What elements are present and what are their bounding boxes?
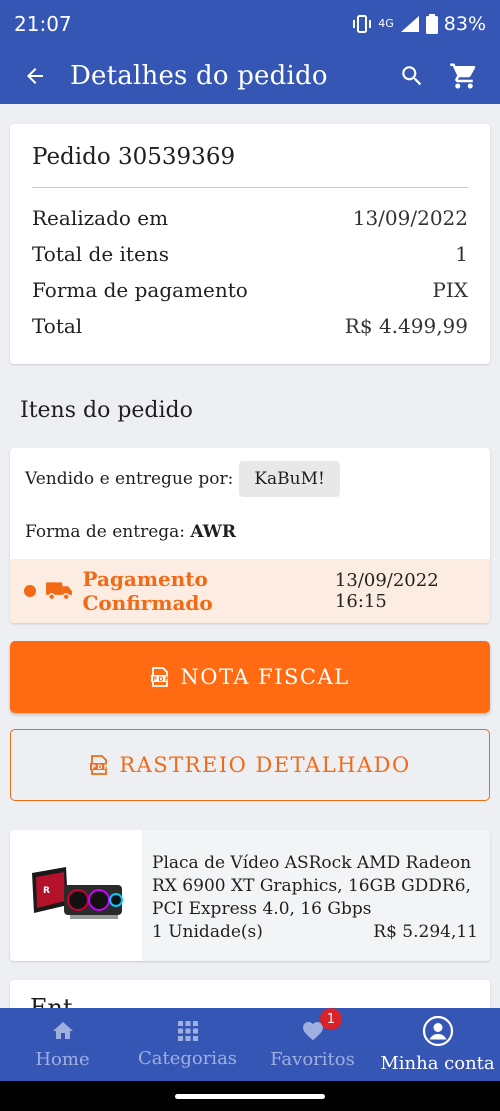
cart-icon (450, 63, 476, 89)
nav-label: Categorias (137, 1048, 238, 1069)
categories-icon (177, 1021, 198, 1041)
order-items-card: Vendido e entregue por: KaBuM! Forma de … (10, 448, 490, 623)
nav-favorites[interactable]: 1 Favoritos (250, 1008, 375, 1081)
arrow-left-icon (27, 68, 43, 84)
vibrate-icon (353, 15, 372, 33)
nav-account[interactable]: Minha conta (375, 1008, 500, 1081)
product-footer: 1 Unidade(s) R$ 5.294,11 (152, 921, 478, 944)
svg-text:PDF: PDF (92, 764, 110, 771)
status-dot (24, 585, 36, 597)
pdf-file-icon: PDF (90, 755, 110, 775)
search-icon (402, 66, 422, 86)
row-value: PIX (432, 278, 468, 302)
product-quantity: 1 Unidade(s) (152, 922, 263, 942)
row-label: Total de itens (32, 242, 169, 266)
pdf-file-icon: PDF (151, 667, 171, 687)
signal-icon (400, 16, 419, 32)
status-time: 21:07 (14, 12, 72, 36)
system-navigation-bar (0, 1081, 500, 1111)
status-bar: 21:07 4G 83% (0, 0, 500, 48)
seller-label: Vendido e entregue por: (25, 469, 234, 489)
svg-text:R: R (43, 886, 50, 896)
home-icon (52, 1022, 73, 1039)
cart-button[interactable] (438, 48, 490, 104)
product-image: R (10, 830, 142, 961)
nota-fiscal-button[interactable]: PDF NOTA FISCAL (10, 641, 490, 713)
home-gesture-pill[interactable] (175, 1093, 325, 1099)
svg-text:PDF: PDF (153, 676, 171, 683)
app-bar: Detalhes do pedido (0, 48, 500, 104)
product-price: R$ 5.294,11 (373, 922, 478, 942)
search-button[interactable] (386, 48, 438, 104)
rastreio-label: RASTREIO DETALHADO (119, 753, 411, 777)
bottom-navigation: Home Categorias 1 Favoritos Minha conta (0, 1008, 500, 1081)
nav-categories[interactable]: Categorias (125, 1008, 250, 1081)
battery-icon (425, 14, 438, 34)
truck-icon (45, 582, 72, 601)
order-row-date: Realizado em 13/09/2022 (32, 200, 468, 236)
battery-level: 83% (443, 13, 486, 35)
product-info: Placa de Vídeo ASRock AMD Radeon RX 6900… (142, 830, 490, 961)
status-text: Pagamento Confirmado (82, 567, 213, 615)
nav-label: Minha conta (380, 1053, 495, 1074)
row-label: Forma de pagamento (32, 278, 248, 302)
seller-row: Vendido e entregue por: KaBuM! (10, 448, 490, 510)
network-type: 4G (378, 17, 394, 30)
order-row-total: Total R$ 4.499,99 (32, 308, 468, 344)
divider (32, 187, 468, 188)
status-icons: 4G 83% (352, 13, 486, 35)
payment-status-row: Pagamento Confirmado 13/09/2022 16:15 (10, 559, 490, 623)
items-section-title: Itens do pedido (20, 398, 193, 423)
row-label: Total (32, 314, 83, 338)
graphics-card-image: R (32, 866, 123, 919)
product-name: Placa de Vídeo ASRock AMD Radeon RX 6900… (152, 853, 472, 919)
nav-home[interactable]: Home (0, 1008, 125, 1081)
nav-label: Favoritos (270, 1049, 355, 1070)
favorites-badge: 1 (320, 1008, 342, 1030)
seller-chip[interactable]: KaBuM! (239, 461, 340, 497)
rastreio-button[interactable]: PDF RASTREIO DETALHADO (10, 729, 490, 801)
product-card[interactable]: R Placa de Vídeo ASRock AMD Radeon RX 69… (10, 830, 490, 961)
order-row-items: Total de itens 1 (32, 236, 468, 272)
order-row-payment: Forma de pagamento PIX (32, 272, 468, 308)
delivery-value: AWR (190, 522, 236, 542)
nav-label: Home (35, 1049, 90, 1070)
back-button[interactable] (0, 48, 70, 104)
row-label: Realizado em (32, 206, 169, 230)
delivery-row: Forma de entrega: AWR (10, 510, 490, 558)
status-date: 13/09/2022 16:15 (334, 570, 439, 612)
row-value: R$ 4.499,99 (344, 314, 468, 338)
page-title: Detalhes do pedido (70, 61, 328, 91)
nota-fiscal-label: NOTA FISCAL (180, 665, 350, 689)
order-summary-card: Pedido 30539369 Realizado em 13/09/2022 … (10, 124, 490, 364)
row-value: 13/09/2022 (352, 206, 468, 230)
row-value: 1 (455, 242, 468, 266)
order-number: Pedido 30539369 (32, 144, 236, 170)
delivery-label: Forma de entrega: (25, 522, 186, 542)
account-icon (422, 1015, 453, 1047)
